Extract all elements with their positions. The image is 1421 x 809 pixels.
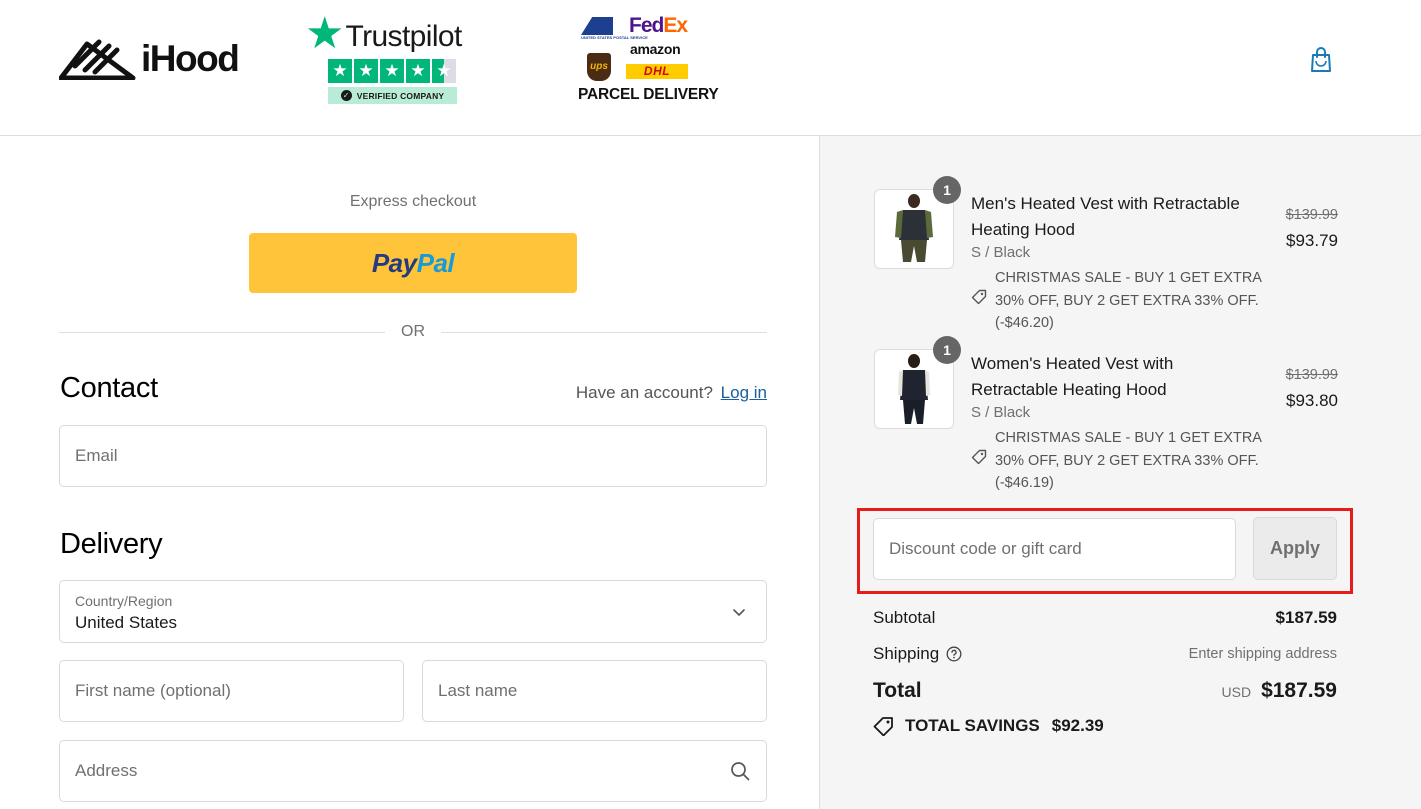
product-variant: S / Black bbox=[971, 404, 1031, 421]
have-account-text: Have an account? bbox=[575, 383, 713, 402]
trustpilot-name: Trustpilot bbox=[345, 20, 462, 53]
discount-description: CHRISTMAS SALE - BUY 1 GET EXTRA 30% OFF… bbox=[995, 430, 1262, 491]
divider-line bbox=[59, 331, 385, 333]
address-input[interactable] bbox=[60, 741, 766, 801]
total-value: $187.59 bbox=[1261, 679, 1337, 702]
ups-logo: ups bbox=[587, 53, 611, 81]
verified-company-badge: ✓ VERIFIED COMPANY bbox=[328, 87, 457, 104]
tag-icon bbox=[873, 717, 893, 736]
usps-eagle-icon bbox=[581, 17, 613, 35]
sale-price: $93.79 bbox=[1286, 231, 1338, 250]
first-name-field[interactable] bbox=[59, 660, 404, 722]
quantity-badge: 1 bbox=[933, 336, 961, 364]
discount-code-field[interactable] bbox=[873, 518, 1236, 580]
search-icon bbox=[731, 762, 750, 781]
country-value: United States bbox=[75, 613, 178, 632]
star-icon: ★ bbox=[406, 59, 430, 83]
last-name-field[interactable] bbox=[422, 660, 767, 722]
carrier-logos: UNITED STATES POSTAL SERVICE FedEx amazo… bbox=[578, 14, 719, 108]
total-savings-value: $92.39 bbox=[1051, 716, 1104, 735]
country-select[interactable]: Country/Region United States bbox=[59, 580, 767, 643]
currency-code: USD bbox=[1221, 684, 1252, 700]
site-header: iHood ★ Trustpilot ★ ★ ★ ★ ★ ✓ VERIFIED … bbox=[0, 0, 1421, 136]
check-shield-icon: ✓ bbox=[340, 90, 352, 101]
last-name-input[interactable] bbox=[423, 661, 766, 721]
total-savings: TOTAL SAVINGS $92.39 bbox=[873, 716, 1104, 736]
shipping-label-group: Shipping bbox=[873, 644, 962, 664]
half-star-icon: ★ bbox=[432, 59, 456, 83]
total-row: Total USD $187.59 bbox=[873, 679, 1337, 703]
product-name: Men's Heated Vest with Retractable Heati… bbox=[971, 194, 1240, 239]
express-checkout-label: Express checkout bbox=[349, 193, 477, 210]
product-thumbnail: 1 bbox=[874, 336, 961, 429]
trustpilot-rating: ★ ★ ★ ★ ★ bbox=[328, 59, 456, 83]
ihood-logo[interactable]: iHood bbox=[59, 36, 240, 80]
trustpilot-star-icon: ★ bbox=[305, 8, 345, 59]
fedex-logo: FedEx bbox=[629, 14, 688, 37]
account-prompt: Have an account? Log in bbox=[576, 383, 767, 403]
total-amount: USD $187.59 bbox=[1222, 679, 1337, 703]
cart-button[interactable] bbox=[1306, 44, 1336, 76]
order-summary: 1 Men's Heated Vest with Retractable Hea… bbox=[819, 136, 1421, 809]
sale-price: $93.80 bbox=[1286, 391, 1338, 410]
tag-icon bbox=[971, 449, 987, 465]
paypal-logo: PayPal bbox=[371, 247, 455, 278]
first-name-input[interactable] bbox=[60, 661, 403, 721]
cart-line-item: 1 Men's Heated Vest with Retractable Hea… bbox=[874, 176, 1338, 334]
discount-description: CHRISTMAS SALE - BUY 1 GET EXTRA 30% OFF… bbox=[995, 270, 1262, 331]
original-price: $139.99 bbox=[1285, 367, 1338, 383]
product-thumbnail: 1 bbox=[874, 176, 961, 269]
subtotal-label: Subtotal bbox=[873, 608, 936, 627]
login-link[interactable]: Log in bbox=[721, 383, 767, 402]
discount-code-input[interactable] bbox=[874, 519, 1235, 579]
total-label: Total bbox=[873, 679, 922, 702]
star-icon: ★ bbox=[328, 59, 352, 83]
email-input[interactable] bbox=[60, 426, 766, 486]
star-icon: ★ bbox=[354, 59, 378, 83]
shipping-label: Shipping bbox=[873, 644, 940, 663]
star-icon: ★ bbox=[380, 59, 404, 83]
trustpilot-badge: ★ Trustpilot ★ ★ ★ ★ ★ ✓ VERIFIED COMPAN… bbox=[305, 8, 485, 104]
shipping-value: Enter shipping address bbox=[1188, 646, 1337, 662]
usps-logo: UNITED STATES POSTAL SERVICE bbox=[581, 17, 648, 45]
country-label: Country/Region bbox=[75, 593, 173, 609]
subtotal-value: $187.59 bbox=[1275, 608, 1337, 627]
delivery-heading: Delivery bbox=[60, 528, 163, 560]
email-field[interactable] bbox=[59, 425, 767, 487]
address-field[interactable] bbox=[59, 740, 767, 802]
product-name: Women's Heated Vest with Retractable Hea… bbox=[971, 354, 1174, 399]
total-savings-label: TOTAL SAVINGS bbox=[905, 716, 1040, 735]
dhl-logo: DHL bbox=[626, 64, 688, 79]
or-label: OR bbox=[401, 323, 425, 340]
paypal-button[interactable]: PayPal bbox=[249, 233, 577, 293]
quantity-badge: 1 bbox=[933, 176, 961, 204]
parcel-delivery-label: PARCEL DELIVERY bbox=[578, 86, 719, 103]
shipping-row: Shipping Enter shipping address bbox=[873, 644, 1337, 664]
contact-heading: Contact bbox=[60, 372, 158, 404]
usps-text: UNITED STATES POSTAL SERVICE bbox=[581, 35, 648, 40]
apply-discount-button[interactable]: Apply bbox=[1253, 517, 1337, 580]
or-divider: OR bbox=[59, 322, 767, 342]
logo-wordmark: iHood bbox=[141, 37, 240, 79]
ihood-logo-mark-icon bbox=[59, 39, 136, 80]
tag-icon bbox=[971, 289, 987, 305]
divider-line bbox=[441, 331, 767, 333]
amazon-logo: amazon bbox=[630, 41, 681, 57]
product-variant: S / Black bbox=[971, 244, 1031, 261]
original-price: $139.99 bbox=[1285, 207, 1338, 223]
help-circle-icon[interactable] bbox=[946, 646, 962, 662]
subtotal-row: Subtotal $187.59 bbox=[873, 608, 1337, 628]
verified-label: VERIFIED COMPANY bbox=[356, 90, 445, 101]
shopping-bag-icon bbox=[1311, 47, 1331, 72]
chevron-down-icon bbox=[733, 609, 745, 616]
cart-line-item: 1 Women's Heated Vest with Retractable H… bbox=[874, 336, 1338, 494]
